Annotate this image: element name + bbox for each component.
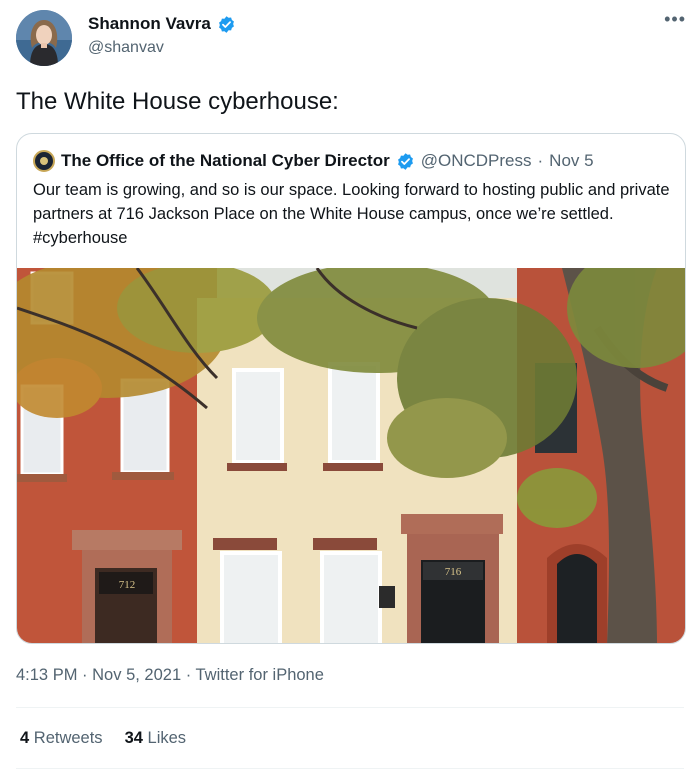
tweet-meta: 4:13 PM · Nov 5, 2021 · Twitter for iPho… [16, 666, 324, 685]
house-number-712: 712 [119, 579, 136, 591]
quoted-avatar-seal-icon [33, 150, 55, 172]
author-handle[interactable]: @shanvav [88, 39, 236, 57]
avatar[interactable] [16, 10, 72, 66]
author-block: Shannon Vavra @shanvav [88, 14, 236, 57]
quoted-author-handle: @ONCDPress [420, 151, 532, 170]
tweet-text: The White House cyberhouse: [16, 88, 339, 115]
tweet-date[interactable]: Nov 5, 2021 [92, 666, 181, 684]
tweet-source[interactable]: Twitter for iPhone [196, 666, 324, 684]
retweets-stat[interactable]: 4 Retweets [20, 729, 103, 748]
quoted-tweet-photo[interactable]: 712 716 [17, 268, 686, 644]
tweet-time[interactable]: 4:13 PM [16, 666, 77, 684]
tweet-stats: 4 Retweets 34 Likes [20, 729, 186, 748]
likes-count: 34 [124, 729, 143, 747]
verified-badge-icon [397, 152, 413, 170]
retweets-label: Retweets [33, 729, 103, 747]
likes-stat[interactable]: 34 Likes [125, 729, 186, 748]
retweets-count: 4 [20, 729, 30, 747]
more-horizontal-icon[interactable]: ••• [664, 10, 686, 28]
author-name[interactable]: Shannon Vavra [88, 14, 211, 34]
tweet: Shannon Vavra @shanvav ••• The White Hou… [0, 0, 700, 780]
quoted-date: Nov 5 [549, 151, 594, 170]
quoted-author-name: The Office of the National Cyber Directo… [61, 151, 390, 170]
quoted-tweet-text: Our team is growing, and so is our space… [33, 181, 670, 247]
likes-label: Likes [147, 729, 187, 747]
house-number-716: 716 [445, 566, 462, 578]
quoted-tweet-header: The Office of the National Cyber Directo… [33, 150, 594, 172]
divider [16, 768, 684, 769]
separator-dot: · [185, 666, 192, 684]
divider [16, 707, 684, 708]
verified-badge-icon [218, 15, 234, 33]
separator-dot: · [82, 666, 88, 684]
separator-dot: · [537, 151, 544, 170]
quoted-tweet-card[interactable]: The Office of the National Cyber Directo… [16, 133, 686, 644]
